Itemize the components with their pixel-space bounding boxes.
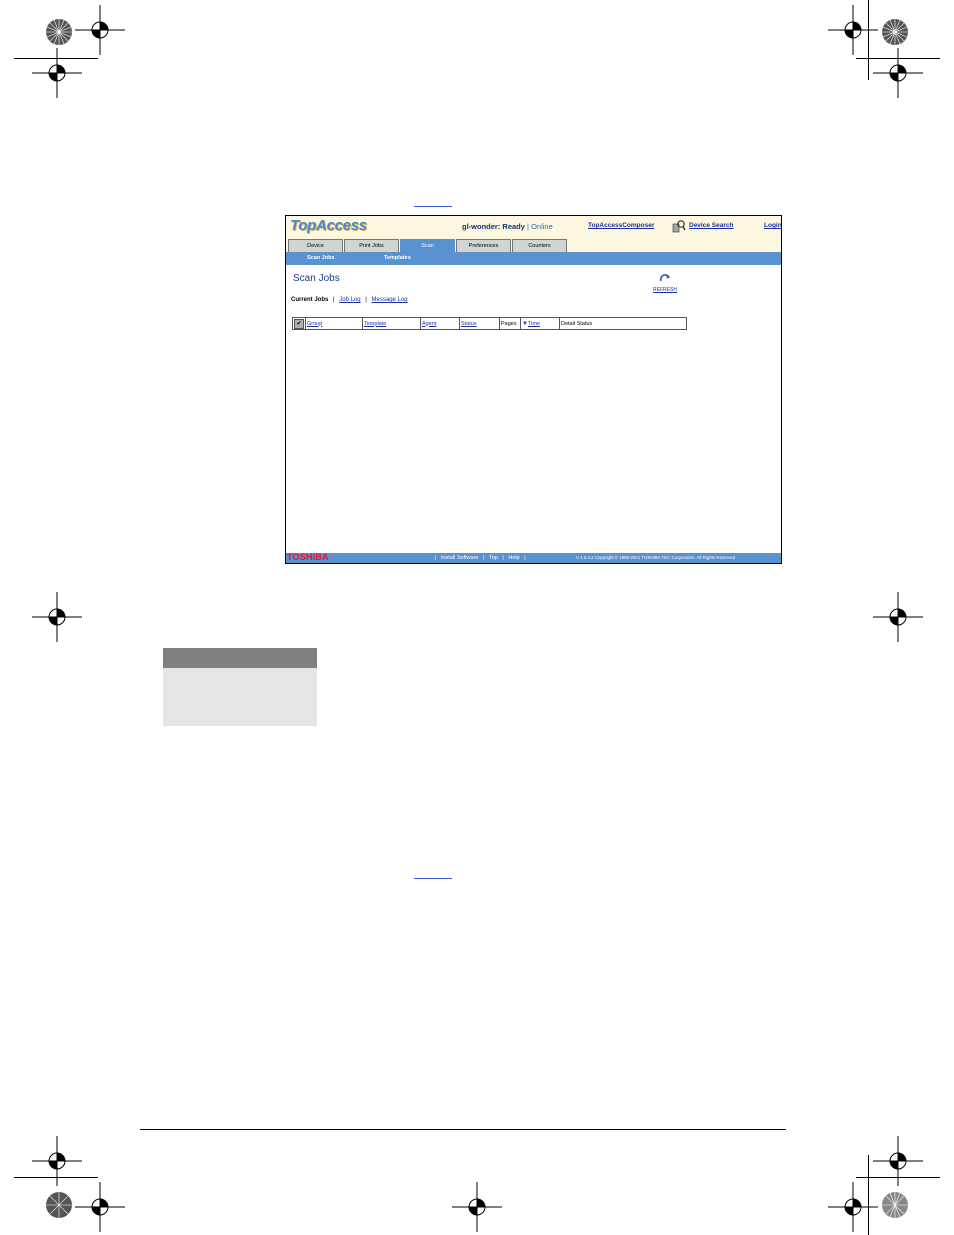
- main-tabs: Device Print Jobs Scan Preferences Count…: [286, 238, 781, 252]
- crosshair-icon: [32, 1136, 82, 1186]
- view-separator: |: [333, 297, 335, 303]
- refresh-button[interactable]: REFRESH: [650, 270, 680, 293]
- tab-device[interactable]: Device: [288, 239, 343, 252]
- refresh-icon: [659, 274, 670, 282]
- registration-burst-icon: [44, 17, 74, 47]
- registration-burst-icon: [880, 17, 910, 47]
- crosshair-icon: [828, 5, 878, 55]
- tab-scan[interactable]: Scan: [400, 239, 455, 252]
- view-separator: |: [365, 297, 367, 303]
- column-detail-status: Detail Status: [561, 320, 593, 327]
- tab-print-jobs[interactable]: Print Jobs: [344, 239, 399, 252]
- link-underline: [414, 878, 452, 879]
- crosshair-icon: [75, 1182, 125, 1232]
- column-pages: Pages: [501, 320, 517, 327]
- toshiba-logo: TOSHIBA: [287, 552, 329, 562]
- footer-link-install-software[interactable]: Install Software: [441, 555, 479, 561]
- footer-separator: |: [483, 554, 485, 561]
- device-search-link[interactable]: Device Search: [689, 222, 733, 229]
- refresh-label: REFRESH: [653, 287, 677, 293]
- trim-line: [14, 1177, 98, 1178]
- device-status: gl-wonder: Ready | Online: [462, 222, 553, 231]
- view-switcher: Current Jobs | Job Log | Message Log: [291, 297, 408, 303]
- sub-navigation: Scan Jobs Templates: [286, 252, 781, 265]
- footer-separator: |: [435, 554, 437, 561]
- crosshair-icon: [75, 5, 125, 55]
- crosshair-icon: [32, 592, 82, 642]
- column-time[interactable]: Time: [528, 321, 540, 327]
- app-footer: TOSHIBA | Install Software | Top | Help …: [286, 552, 781, 563]
- column-group[interactable]: Group: [307, 321, 322, 327]
- copyright-text: V 1.2.4.2 Copyright © 1999-2001 TOSHIBA …: [576, 555, 736, 560]
- crosshair-icon: [873, 592, 923, 642]
- trim-line: [868, 0, 869, 80]
- link-underline: [414, 206, 452, 207]
- view-message-log-link[interactable]: Message Log: [372, 297, 408, 303]
- view-job-log-link[interactable]: Job Log: [339, 297, 360, 303]
- topaccess-screenshot: TopAccess gl-wonder: Ready | Online TopA…: [285, 215, 782, 564]
- crosshair-icon: [873, 48, 923, 98]
- crosshair-icon: [873, 1136, 923, 1186]
- footer-separator: |: [502, 554, 504, 561]
- note-box-header: [163, 648, 317, 668]
- registration-burst-icon: [44, 1190, 74, 1220]
- subnav-templates[interactable]: Templates: [384, 255, 411, 261]
- footer-link-help[interactable]: Help: [508, 555, 519, 561]
- select-all-cell[interactable]: ✔: [292, 317, 306, 330]
- page-title: Scan Jobs: [293, 273, 340, 284]
- topaccess-logo[interactable]: TopAccess: [290, 217, 367, 234]
- page-bottom-rule: [140, 1129, 786, 1130]
- checkmark-icon[interactable]: ✔: [294, 318, 304, 329]
- online-status: Online: [531, 222, 553, 231]
- crosshair-icon: [32, 48, 82, 98]
- footer-links: | Install Software | Top | Help |: [432, 555, 529, 561]
- trim-line: [868, 1155, 869, 1235]
- crosshair-icon: [452, 1182, 502, 1232]
- column-status[interactable]: Status: [461, 321, 477, 327]
- note-box-body: [163, 668, 317, 726]
- app-header: TopAccess gl-wonder: Ready | Online TopA…: [286, 216, 781, 238]
- tab-counters[interactable]: Counters: [512, 239, 567, 252]
- topaccess-composer-link[interactable]: TopAccessComposer: [588, 222, 654, 229]
- column-template[interactable]: Template: [364, 321, 386, 327]
- tab-preferences[interactable]: Preferences: [456, 239, 511, 252]
- crosshair-icon: [828, 1182, 878, 1232]
- subnav-scan-jobs[interactable]: Scan Jobs: [307, 255, 335, 261]
- trim-line: [856, 58, 940, 59]
- trim-line: [14, 58, 98, 59]
- device-search-icon[interactable]: [672, 219, 686, 233]
- registration-burst-icon: [880, 1190, 910, 1220]
- login-link[interactable]: Login: [764, 222, 781, 229]
- scan-jobs-table: ✔ Group Template Agent Status Pages ▼Tim…: [292, 317, 687, 330]
- footer-link-top[interactable]: Top: [489, 555, 498, 561]
- table-header-row: ✔ Group Template Agent Status Pages ▼Tim…: [292, 317, 687, 330]
- device-status-text: gl-wonder: Ready: [462, 222, 525, 231]
- column-agent[interactable]: Agent: [422, 321, 436, 327]
- view-current-jobs: Current Jobs: [291, 297, 329, 303]
- footer-separator: |: [524, 554, 526, 561]
- status-separator: |: [527, 222, 529, 231]
